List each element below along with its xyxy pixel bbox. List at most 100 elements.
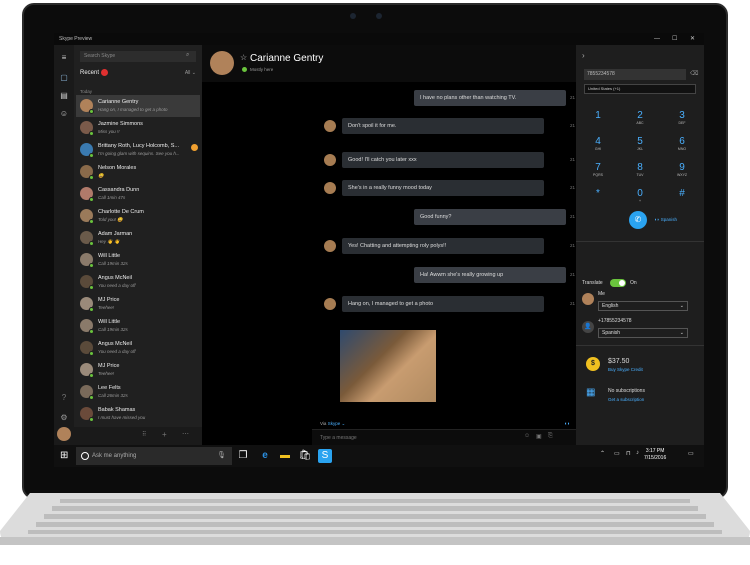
conversation-preview: 😀 xyxy=(98,173,104,178)
conversation-item[interactable]: Brittany Roth, Lucy Holcomb, S... I'm goi… xyxy=(76,139,200,161)
more-icon[interactable]: ⋯ xyxy=(182,430,189,438)
conversation-item[interactable]: Angus McNeil You need a day off xyxy=(76,337,200,359)
dialpad-key[interactable]: * xyxy=(584,189,612,199)
conversation-item[interactable]: Carianne Gentry Hang on, I managed to get… xyxy=(76,95,200,117)
conversation-item[interactable]: MJ Price Teehee! xyxy=(76,359,200,381)
conversation-preview: Hang on, I managed to get a photo xyxy=(98,107,168,112)
minimize-button[interactable]: — xyxy=(654,33,660,45)
dialpad-key[interactable]: # xyxy=(668,189,696,199)
presence-icon xyxy=(89,153,94,158)
microphone-icon[interactable]: 🎙 xyxy=(217,447,226,465)
message-bubble[interactable]: Don't spoil it for me. xyxy=(342,118,544,134)
image-icon[interactable]: ▣ xyxy=(536,433,542,440)
key-digit: * xyxy=(596,188,600,199)
windows-start-icon[interactable]: ⊞ xyxy=(60,450,68,462)
message-bubble[interactable]: Good! I'll catch you later xxx xyxy=(342,152,544,168)
conversation-name: Will Little xyxy=(98,319,121,325)
via-selector[interactable]: Via Skype ⌄ xyxy=(320,421,345,427)
edge-icon[interactable]: e xyxy=(258,449,272,463)
conversation-item[interactable]: Angus McNeil You need a day off xyxy=(76,271,200,293)
buy-credit-link[interactable]: Buy Skype Credit xyxy=(608,367,643,372)
me-language: English xyxy=(602,303,619,309)
maximize-button[interactable]: ☐ xyxy=(672,33,677,45)
dialpad-key[interactable]: 5 JKL xyxy=(626,137,654,152)
backspace-icon[interactable]: ⌫ xyxy=(690,70,698,77)
shared-photo[interactable] xyxy=(340,330,436,402)
dialpad-key[interactable]: 1 xyxy=(584,111,612,121)
dialpad-icon[interactable]: ⠿ xyxy=(142,431,146,438)
chat-icon[interactable]: ▢ xyxy=(59,73,69,83)
conversation-name: Adam Jarman xyxy=(98,231,133,237)
call-language[interactable]: ◖◗ Spanish xyxy=(654,217,677,222)
emoji-icon[interactable]: ☺ xyxy=(524,433,530,439)
conversation-item[interactable]: Lee Felts Call 26min 32s xyxy=(76,381,200,403)
conversation-preview: Call 26min 32s xyxy=(98,393,128,398)
battery-icon[interactable]: ▭ xyxy=(614,450,620,457)
conversation-item[interactable]: Nelson Morales 😀 xyxy=(76,161,200,183)
conversation-item[interactable]: Cassandra Dunn Call 1min 47s xyxy=(76,183,200,205)
phone-number-input[interactable]: 7855234578 xyxy=(584,69,686,80)
file-explorer-icon[interactable]: ▬ xyxy=(278,449,292,463)
dialpad-key[interactable]: 6 MNO xyxy=(668,137,696,152)
conversation-item[interactable]: Will Little Call 19min 32s xyxy=(76,249,200,271)
call-button[interactable]: ✆ xyxy=(629,211,647,229)
search-input[interactable]: Search Skype xyxy=(80,51,196,62)
star-icon[interactable]: ☆ xyxy=(240,53,247,62)
dialpad-key[interactable]: 0 + xyxy=(626,189,654,204)
dialpad-key[interactable]: 8 TUV xyxy=(626,163,654,178)
get-subscription-link[interactable]: Get a subscription xyxy=(608,397,644,402)
dialpad-key[interactable]: 9 WXYZ xyxy=(668,163,696,178)
country-select[interactable]: United States (+1) xyxy=(584,84,696,94)
conversation-item[interactable]: Adam Jarman Hey 👋 👋 xyxy=(76,227,200,249)
contact-avatar[interactable] xyxy=(210,51,234,75)
search-icon[interactable]: ⌕ xyxy=(186,52,189,59)
task-view-icon[interactable]: ❐ xyxy=(236,449,250,463)
message-bubble[interactable]: Yes! Chatting and attempting roly polys!… xyxy=(342,238,544,254)
network-icon[interactable]: ⊓ xyxy=(626,450,631,457)
conversation-item[interactable]: Charlotte De Crum Told you! 😀 xyxy=(76,205,200,227)
chevron-down-icon: ⌄ xyxy=(679,303,684,309)
conversation-item[interactable]: MJ Price Teehee! xyxy=(76,293,200,315)
subscriptions-label: No subscriptions xyxy=(608,388,645,394)
menu-icon[interactable]: ≡ xyxy=(59,53,69,63)
conversation-name: Will Little xyxy=(98,253,121,259)
my-avatar[interactable] xyxy=(57,427,71,441)
chevron-up-icon[interactable]: ⌃ xyxy=(600,450,605,457)
dialpad-key[interactable]: 7 PQRS xyxy=(584,163,612,178)
close-button[interactable]: ✕ xyxy=(690,33,695,45)
cortana-search[interactable]: Ask me anything 🎙 xyxy=(76,447,232,465)
contacts-icon[interactable]: ▤ xyxy=(59,91,69,101)
translate-toggle[interactable] xyxy=(610,279,626,287)
help-icon[interactable]: ? xyxy=(59,393,69,403)
message-bubble[interactable]: I have no plans other than watching TV. xyxy=(414,90,566,106)
group-icon[interactable]: ☺ xyxy=(59,109,69,119)
filter-dropdown[interactable]: All ⌄ xyxy=(185,70,196,76)
settings-icon[interactable]: ⚙ xyxy=(59,413,69,423)
dialpad-key[interactable]: 2 ABC xyxy=(626,111,654,126)
other-language-select[interactable]: Spanish ⌄ xyxy=(598,328,688,338)
dialpad-key[interactable]: 3 DEF xyxy=(668,110,696,126)
action-center-icon[interactable]: ▭ xyxy=(688,450,694,457)
store-icon[interactable]: 🛍 xyxy=(298,449,312,463)
attach-icon[interactable]: ⎘ xyxy=(548,433,553,440)
conversation-item[interactable]: Babak Shamas I must have missed you xyxy=(76,403,200,425)
conversation-item[interactable]: Will Little Call 19min 32s xyxy=(76,315,200,337)
skype-taskbar-icon[interactable]: S xyxy=(318,449,332,463)
clock[interactable]: 3:17 PM 7/15/2016 xyxy=(644,448,666,462)
message-bubble[interactable]: She's in a really funny mood today xyxy=(342,180,544,196)
key-digit: # xyxy=(679,188,685,199)
conversation-item[interactable]: Jazmine Simmons Miss you !! xyxy=(76,117,200,139)
message-bubble[interactable]: Ha! Awwm she's really growing up xyxy=(414,267,566,283)
message-bubble[interactable]: Hang on, I managed to get a photo xyxy=(342,296,544,312)
key-letters: GHI xyxy=(594,147,602,151)
chevron-right-icon[interactable]: › xyxy=(582,51,585,60)
volume-icon[interactable]: ♪ xyxy=(636,450,639,456)
add-icon[interactable]: + xyxy=(162,430,167,439)
calendar-icon: ▦ xyxy=(586,387,596,398)
message-timestamp: 21 xyxy=(570,95,576,100)
key-digit: 3 xyxy=(679,110,685,121)
message-bubble[interactable]: Good funny? xyxy=(414,209,566,225)
chevron-down-icon: ⌄ xyxy=(679,330,684,336)
dialpad-key[interactable]: 4 GHI xyxy=(584,137,612,152)
me-language-select[interactable]: English ⌄ xyxy=(598,301,688,311)
